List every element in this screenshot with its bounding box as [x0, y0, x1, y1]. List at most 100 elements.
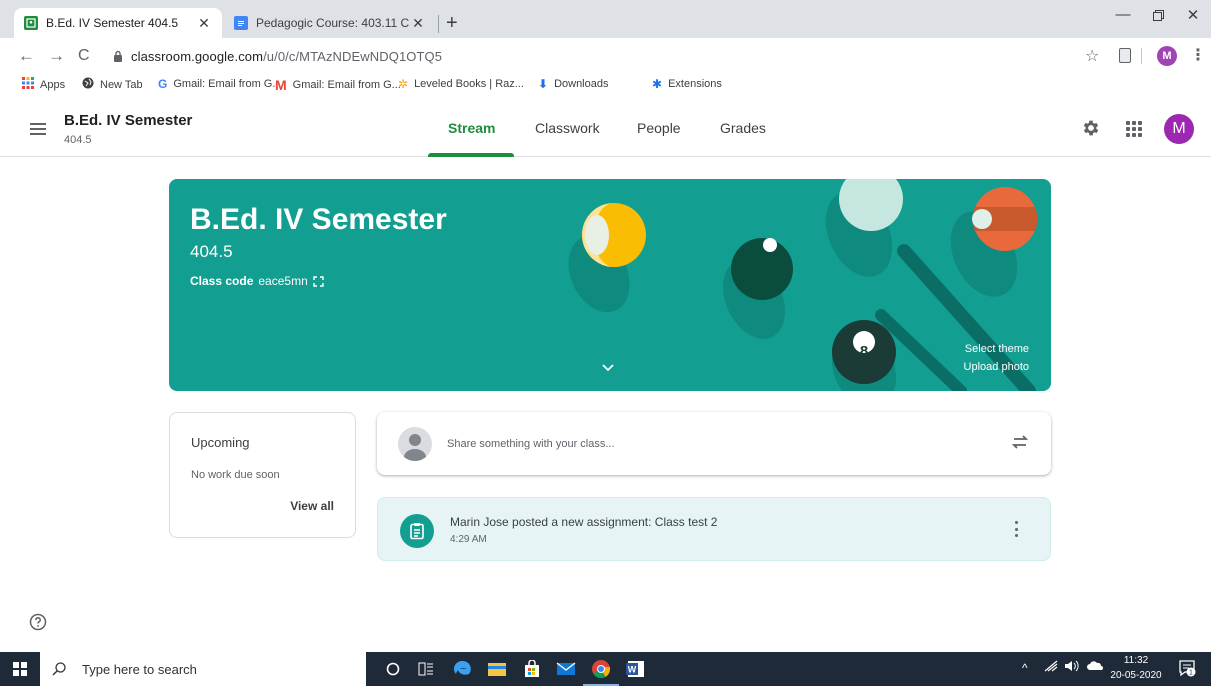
- microsoft-store-icon[interactable]: [521, 658, 543, 680]
- class-banner: B.Ed. IV Semester 404.5 Class code eace5…: [169, 179, 1051, 391]
- url-path: /u/0/c/MTAzNDEwNDQ1OTQ5: [263, 49, 443, 64]
- toolbar-separator: [1141, 48, 1142, 64]
- bookmark-extensions[interactable]: ✱ Extensions: [652, 77, 722, 91]
- bookmark-label: Extensions: [668, 78, 722, 90]
- clock-date: 20-05-2020: [1110, 670, 1162, 681]
- chrome-icon[interactable]: [590, 658, 612, 680]
- share-announcement-box[interactable]: Share something with your class...: [377, 412, 1051, 475]
- user-avatar-icon: [398, 427, 432, 461]
- banner-section: 404.5: [190, 242, 233, 261]
- task-view-icon[interactable]: [415, 658, 437, 680]
- post-time: 4:29 AM: [450, 534, 487, 545]
- upcoming-empty-text: No work due soon: [191, 469, 280, 481]
- clock-time: 11:32: [1123, 655, 1149, 666]
- view-all-link[interactable]: View all: [290, 499, 334, 513]
- razkids-icon: ✲: [398, 77, 409, 91]
- bookmark-new-tab[interactable]: New Tab: [82, 77, 143, 92]
- assignment-icon: [400, 514, 434, 548]
- forward-arrow-icon[interactable]: →: [48, 46, 65, 66]
- assignment-post-card[interactable]: Marin Jose posted a new assignment: Clas…: [377, 497, 1051, 561]
- reuse-post-icon[interactable]: [1011, 432, 1029, 452]
- chevron-down-icon[interactable]: [602, 364, 614, 372]
- tab-title: B.Ed. IV Semester 404.5: [46, 16, 179, 30]
- gmail-icon: M: [275, 77, 287, 93]
- mail-icon[interactable]: [555, 658, 577, 680]
- bookmark-label: Leveled Books | Raz...: [414, 78, 524, 90]
- class-code-value: eace5mn: [258, 274, 308, 288]
- bookmark-star-icon[interactable]: ☆: [1085, 46, 1099, 66]
- tab-title: Pedagogic Course: 403.11 Class t: [256, 16, 410, 30]
- tab-close-icon[interactable]: ✕: [196, 15, 212, 32]
- tab-close-icon[interactable]: ✕: [410, 15, 426, 32]
- bookmark-downloads[interactable]: ⬇ Downloads: [538, 77, 608, 91]
- post-options-icon[interactable]: [1015, 521, 1019, 537]
- reload-icon[interactable]: C: [78, 47, 90, 65]
- network-icon[interactable]: [1044, 660, 1058, 675]
- active-tab-indicator: [428, 153, 514, 157]
- class-section: 404.5: [64, 134, 92, 146]
- bookmark-label: Gmail: Email from G...: [292, 79, 401, 91]
- puzzle-icon: ✱: [652, 77, 663, 91]
- eight-ball-number: 8: [859, 343, 869, 360]
- browser-profile-avatar[interactable]: M: [1157, 46, 1177, 66]
- bookmark-label: Apps: [40, 78, 66, 91]
- action-center-icon[interactable]: 1: [1178, 659, 1196, 677]
- cortana-icon[interactable]: [382, 658, 404, 680]
- show-hidden-icons[interactable]: ^: [1022, 661, 1028, 675]
- bookmark-label: New Tab: [100, 78, 143, 91]
- windows-start-icon[interactable]: [13, 662, 27, 676]
- fullscreen-code-icon[interactable]: [313, 275, 324, 287]
- tab-people[interactable]: People: [637, 120, 681, 136]
- word-icon[interactable]: W: [624, 658, 646, 680]
- tab-classwork[interactable]: Classwork: [535, 120, 600, 136]
- bookmark-gmail-1[interactable]: G Gmail: Email from G...: [158, 77, 282, 91]
- account-avatar[interactable]: M: [1164, 114, 1194, 144]
- upload-photo-link[interactable]: Upload photo: [964, 361, 1029, 373]
- class-title[interactable]: B.Ed. IV Semester: [64, 112, 192, 129]
- apps-grid-icon: [22, 77, 34, 92]
- system-clock[interactable]: 11:32 20-05-2020: [1108, 653, 1164, 683]
- browser-tab-pedagogic[interactable]: Pedagogic Course: 403.11 Class t ✕: [224, 8, 436, 38]
- tab-separator: [438, 15, 439, 33]
- bookmark-apps[interactable]: Apps: [22, 77, 65, 92]
- classroom-favicon-icon: [24, 16, 38, 30]
- main-menu-icon[interactable]: [30, 123, 46, 135]
- edge-browser-icon[interactable]: [451, 658, 473, 680]
- search-icon: [52, 662, 66, 676]
- bookmark-label: Downloads: [554, 78, 609, 90]
- url-domain: classroom.google.com: [131, 49, 264, 64]
- close-window-icon[interactable]: ✕: [1173, 6, 1211, 24]
- reader-extension-icon[interactable]: [1119, 48, 1131, 63]
- banner-title: B.Ed. IV Semester: [190, 203, 447, 236]
- upcoming-title: Upcoming: [191, 435, 250, 450]
- bookmark-gmail-2[interactable]: M Gmail: Email from G...: [275, 77, 401, 93]
- google-apps-icon[interactable]: [1126, 121, 1142, 137]
- taskbar-search-box[interactable]: Type here to search: [40, 652, 366, 686]
- bookmark-label: Gmail: Email from G...: [173, 78, 282, 90]
- onedrive-icon[interactable]: [1087, 660, 1103, 675]
- share-placeholder[interactable]: Share something with your class...: [447, 438, 615, 450]
- back-arrow-icon[interactable]: ←: [18, 46, 35, 66]
- url-field[interactable]: classroom.google.com/u/0/c/MTAzNDEwNDQ1O…: [131, 49, 442, 64]
- settings-gear-icon[interactable]: [1081, 118, 1101, 138]
- minimize-icon[interactable]: —: [1103, 6, 1143, 23]
- lock-icon[interactable]: [113, 50, 123, 62]
- upcoming-card: Upcoming No work due soon View all: [169, 412, 356, 538]
- post-title[interactable]: Marin Jose posted a new assignment: Clas…: [450, 515, 717, 529]
- new-tab-button[interactable]: +: [446, 12, 458, 35]
- google-g-icon: G: [158, 77, 168, 91]
- docs-favicon-icon: [234, 16, 248, 30]
- browser-tab-classroom[interactable]: B.Ed. IV Semester 404.5 ✕: [14, 8, 222, 38]
- restore-icon[interactable]: [1138, 6, 1178, 25]
- tab-grades[interactable]: Grades: [720, 120, 766, 136]
- browser-menu-icon[interactable]: ⋮: [1190, 45, 1206, 65]
- bookmark-leveled-books[interactable]: ✲ Leveled Books | Raz...: [398, 77, 524, 91]
- volume-icon[interactable]: [1064, 660, 1080, 675]
- download-icon: ⬇: [538, 77, 549, 91]
- select-theme-link[interactable]: Select theme: [965, 343, 1029, 355]
- file-explorer-icon[interactable]: [486, 658, 508, 680]
- tab-stream[interactable]: Stream: [448, 120, 495, 136]
- help-icon[interactable]: [29, 613, 47, 631]
- class-code-row: Class code eace5mn: [190, 274, 324, 288]
- class-code-label: Class code: [190, 274, 254, 288]
